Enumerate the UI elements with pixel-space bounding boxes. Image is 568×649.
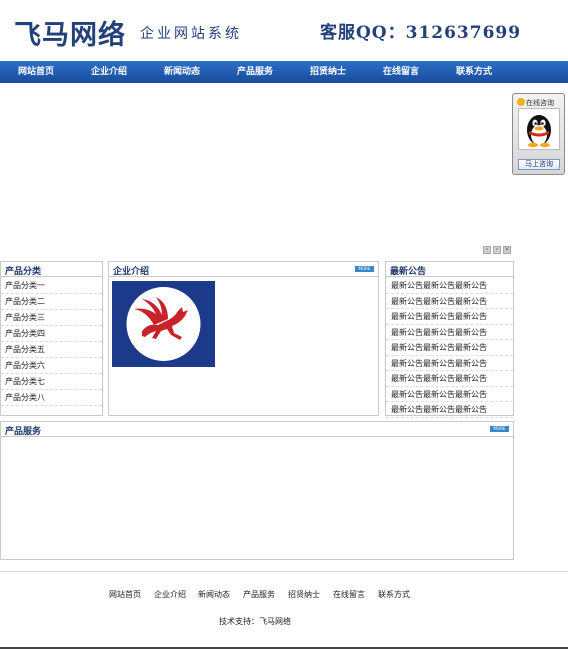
footer-link-home[interactable]: 网站首页 <box>109 589 141 600</box>
panel-header: 产品服务 MORE <box>1 422 513 437</box>
site-logo-text[interactable]: 飞马网络 <box>14 13 126 52</box>
notice-item[interactable]: 最新公告最新公告最新公告 <box>386 387 513 402</box>
nav-item-contact[interactable]: 联系方式 <box>456 61 492 83</box>
notice-item[interactable]: 最新公告最新公告最新公告 <box>386 402 513 418</box>
footer-link-news[interactable]: 新闻动态 <box>198 589 230 600</box>
footer-link-contact[interactable]: 联系方式 <box>378 589 410 600</box>
footer-divider <box>0 571 568 572</box>
category-item[interactable]: 产品分类八 <box>1 390 102 406</box>
categories-title: 产品分类 <box>5 267 42 277</box>
qq-widget-title-text: 在线咨询 <box>526 99 554 107</box>
panel-header: 产品分类 <box>1 262 102 277</box>
nav-item-products[interactable]: 产品服务 <box>237 61 273 83</box>
notices-title: 最新公告 <box>390 267 427 277</box>
main-nav: 网站首页 企业介绍 新闻动态 产品服务 招贤纳士 在线留言 联系方式 <box>0 61 568 83</box>
footer-link-jobs[interactable]: 招贤纳士 <box>288 589 320 600</box>
qq-consult-button[interactable]: 马上咨询 <box>518 159 560 170</box>
footer-link-message[interactable]: 在线留言 <box>333 589 365 600</box>
nav-item-message[interactable]: 在线留言 <box>383 61 419 83</box>
slider-prev-button[interactable]: ‹ <box>483 246 491 254</box>
notice-item[interactable]: 最新公告最新公告最新公告 <box>386 309 513 325</box>
notice-item[interactable]: 最新公告最新公告最新公告 <box>386 340 513 356</box>
qq-widget-title: 在线咨询 <box>517 98 554 108</box>
category-item[interactable]: 产品分类六 <box>1 358 102 374</box>
notice-item[interactable]: 最新公告最新公告最新公告 <box>386 325 513 340</box>
panel-header: 最新公告 <box>386 262 513 277</box>
pegasus-logo-image <box>112 281 215 367</box>
category-item[interactable]: 产品分类一 <box>1 278 102 294</box>
qq-consult-widget: 在线咨询 马上咨询 <box>512 93 565 175</box>
nav-item-jobs[interactable]: 招贤纳士 <box>310 61 346 83</box>
slider-next-button[interactable]: › <box>493 246 501 254</box>
qq-small-icon <box>517 98 525 106</box>
footer-link-about[interactable]: 企业介绍 <box>154 589 186 600</box>
site-tagline: 企业网站系统 <box>140 26 242 42</box>
notice-item[interactable]: 最新公告最新公告最新公告 <box>386 371 513 387</box>
about-more-button[interactable]: MORE <box>355 266 374 272</box>
categories-list: 产品分类一 产品分类二 产品分类三 产品分类四 产品分类五 产品分类六 产品分类… <box>1 278 102 406</box>
notices-list: 最新公告最新公告最新公告 最新公告最新公告最新公告 最新公告最新公告最新公告 最… <box>386 278 513 418</box>
category-item[interactable]: 产品分类七 <box>1 374 102 390</box>
panel-header: 企业介绍 MORE <box>109 262 378 277</box>
products-more-button[interactable]: MORE <box>490 426 509 432</box>
category-item[interactable]: 产品分类三 <box>1 310 102 326</box>
about-panel: 企业介绍 MORE <box>108 261 379 416</box>
nav-item-home[interactable]: 网站首页 <box>18 61 54 83</box>
customer-service-qq: 客服QQ：312637699 <box>320 23 522 43</box>
nav-item-news[interactable]: 新闻动态 <box>164 61 200 83</box>
category-item[interactable]: 产品分类五 <box>1 342 102 358</box>
category-item[interactable]: 产品分类二 <box>1 294 102 310</box>
notice-item[interactable]: 最新公告最新公告最新公告 <box>386 356 513 371</box>
notice-item[interactable]: 最新公告最新公告最新公告 <box>386 294 513 309</box>
about-title: 企业介绍 <box>113 267 150 277</box>
latest-notices-panel: 最新公告 最新公告最新公告最新公告 最新公告最新公告最新公告 最新公告最新公告最… <box>385 261 514 418</box>
nav-item-about[interactable]: 企业介绍 <box>91 61 127 83</box>
notice-item[interactable]: 最新公告最新公告最新公告 <box>386 278 513 294</box>
products-title: 产品服务 <box>5 427 42 437</box>
category-item[interactable]: 产品分类四 <box>1 326 102 342</box>
footer-link-products[interactable]: 产品服务 <box>243 589 275 600</box>
product-categories-panel: 产品分类 产品分类一 产品分类二 产品分类三 产品分类四 产品分类五 产品分类六… <box>0 261 103 416</box>
product-services-panel: 产品服务 MORE <box>0 421 514 560</box>
tech-support-text: 技术支持：飞马网络 <box>219 617 291 626</box>
qq-penguin-icon[interactable] <box>518 108 560 150</box>
slider-close-button[interactable]: × <box>503 246 511 254</box>
